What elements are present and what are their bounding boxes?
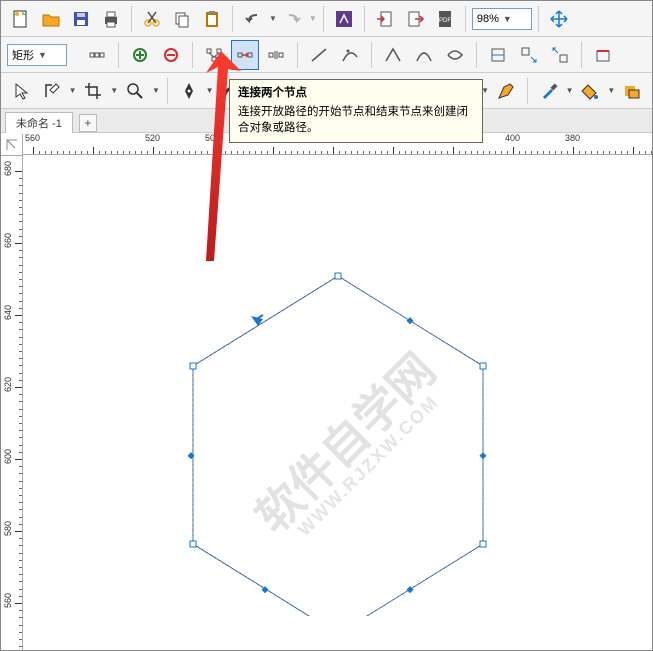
- remove-node-button[interactable]: [157, 40, 185, 70]
- shape-tool-button[interactable]: [38, 76, 66, 106]
- dropdown-arrow-icon[interactable]: ▼: [69, 86, 77, 95]
- import-button[interactable]: [371, 4, 399, 34]
- separator: [581, 42, 582, 68]
- zoom-tool-button[interactable]: [121, 76, 149, 106]
- separator: [476, 42, 477, 68]
- dropdown-arrow-icon[interactable]: ▼: [152, 86, 160, 95]
- extend-button[interactable]: [515, 40, 543, 70]
- dropdown-arrow-icon[interactable]: ▼: [206, 86, 214, 95]
- effects-button[interactable]: [330, 4, 358, 34]
- add-doc-button[interactable]: +: [79, 114, 97, 132]
- separator: [232, 6, 233, 32]
- symm-button[interactable]: [441, 40, 469, 70]
- undo-button[interactable]: [239, 4, 267, 34]
- join-nodes-button[interactable]: [200, 40, 228, 70]
- property-bar: 矩形 ▼: [1, 37, 652, 73]
- pdf-button[interactable]: PDF: [431, 4, 459, 34]
- paste-button[interactable]: [198, 4, 226, 34]
- zoom-value: 98%: [477, 13, 499, 25]
- dropdown-arrow-icon[interactable]: ▼: [110, 86, 118, 95]
- cusp-button[interactable]: [379, 40, 407, 70]
- save-button[interactable]: [67, 4, 95, 34]
- dropdown-arrow-icon[interactable]: ▼: [269, 14, 277, 23]
- tool-btn-b[interactable]: [492, 76, 520, 106]
- pen-tool-button[interactable]: [175, 76, 203, 106]
- separator: [364, 6, 365, 32]
- break-node-button[interactable]: [262, 40, 290, 70]
- to-curve-button[interactable]: [336, 40, 364, 70]
- open-button[interactable]: [37, 4, 65, 34]
- fill-tool-button[interactable]: [577, 76, 605, 106]
- ruler-vertical: 680660640620600580560: [1, 156, 23, 650]
- svg-text:PDF: PDF: [439, 18, 451, 24]
- hexagon-shape[interactable]: [163, 216, 523, 616]
- doc-tab[interactable]: 未命名 -1: [5, 112, 73, 133]
- smooth-button[interactable]: [410, 40, 438, 70]
- separator: [192, 42, 193, 68]
- separator: [527, 78, 528, 104]
- main-toolbar: ▼ ▼ PDF 98% ▼: [1, 1, 652, 37]
- ruler-corner: [1, 134, 23, 156]
- new-doc-button[interactable]: [7, 4, 35, 34]
- separator: [297, 42, 298, 68]
- separator: [465, 6, 466, 32]
- separator: [538, 6, 539, 32]
- chevron-down-icon: ▼: [38, 50, 47, 60]
- cut-button[interactable]: [138, 4, 166, 34]
- reverse-button[interactable]: [484, 40, 512, 70]
- pick-tool-button[interactable]: [7, 76, 35, 106]
- tooltip-body: 连接开放路径的开始节点和结束节点来创建闭合对象或路径。: [238, 104, 474, 137]
- to-line-button[interactable]: [305, 40, 333, 70]
- separator: [167, 78, 168, 104]
- separator: [118, 42, 119, 68]
- pan-button[interactable]: [545, 4, 573, 34]
- separator: [323, 6, 324, 32]
- close-path-button[interactable]: [589, 40, 617, 70]
- eyedrop-tool-button[interactable]: [535, 76, 563, 106]
- doc-tab-label: 未命名 -1: [16, 118, 62, 130]
- break-apart-button[interactable]: [83, 40, 111, 70]
- join-two-nodes-button[interactable]: [231, 40, 259, 70]
- shape-select[interactable]: 矩形 ▼: [7, 44, 67, 66]
- separator: [131, 6, 132, 32]
- copy-button[interactable]: [168, 4, 196, 34]
- add-node-button[interactable]: [126, 40, 154, 70]
- dropdown-arrow-icon[interactable]: ▼: [566, 86, 574, 95]
- export-button[interactable]: [401, 4, 429, 34]
- redo-button[interactable]: [279, 4, 307, 34]
- canvas[interactable]: 软件自学网 WWW.RJZXW.COM: [23, 156, 652, 650]
- tooltip: 连接两个节点 连接开放路径的开始节点和结束节点来创建闭合对象或路径。: [229, 79, 483, 143]
- outline-tool-button[interactable]: [618, 76, 646, 106]
- dropdown-arrow-icon[interactable]: ▼: [607, 86, 615, 95]
- shape-label: 矩形: [12, 47, 34, 63]
- print-button[interactable]: [97, 4, 125, 34]
- dropdown-arrow-icon: ▼: [309, 14, 317, 23]
- tooltip-title: 连接两个节点: [238, 85, 474, 102]
- separator: [371, 42, 372, 68]
- zoom-input[interactable]: 98% ▼: [472, 8, 532, 30]
- chevron-down-icon: ▼: [503, 14, 512, 24]
- crop-tool-button[interactable]: [79, 76, 107, 106]
- extract-button[interactable]: [546, 40, 574, 70]
